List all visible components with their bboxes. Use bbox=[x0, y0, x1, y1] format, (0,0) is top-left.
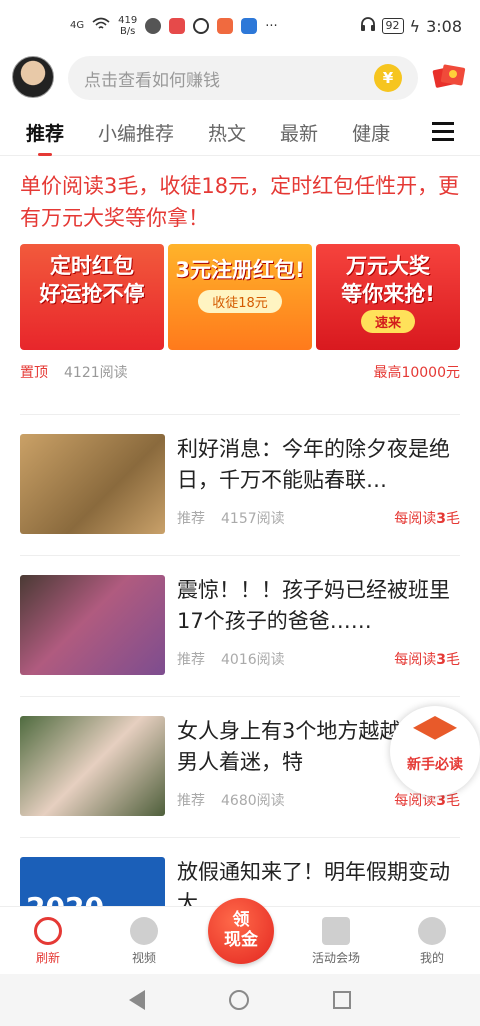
banner-line: 定时红包 bbox=[50, 254, 134, 278]
app-notification-icon bbox=[241, 18, 258, 34]
article-views: 4016阅读 bbox=[221, 652, 285, 668]
banner-line: 好运抢不停 bbox=[39, 282, 145, 306]
menu-icon[interactable] bbox=[432, 122, 454, 142]
article-thumbnail bbox=[20, 716, 165, 816]
cash-line: 领 bbox=[232, 910, 250, 930]
cash-line: 现金 bbox=[224, 930, 258, 950]
article-meta: 推荐 4157阅读 每阅读3毛 bbox=[177, 508, 460, 528]
promo-meta: 置顶 4121阅读 最高10000元 bbox=[20, 362, 460, 382]
speed-unit: B/s bbox=[119, 26, 136, 37]
status-bar: 4G 419 B/s ··· 92 ϟ 3:08 bbox=[0, 0, 480, 52]
headphones-icon bbox=[360, 16, 376, 36]
category-tabs: 推荐 小编推荐 热文 最新 健康 bbox=[0, 110, 480, 156]
banner-line: 万元大奖 bbox=[346, 254, 430, 278]
article-meta: 推荐 4680阅读 每阅读3毛 bbox=[177, 790, 460, 810]
promo-title: 单价阅读3毛，收徒18元，定时红包任性开，更有万元大奖等你拿！ bbox=[20, 174, 460, 230]
featured-promo[interactable]: 单价阅读3毛，收徒18元，定时红包任性开，更有万元大奖等你拿！ 定时红包 好运抢… bbox=[20, 170, 460, 382]
nav-events[interactable]: 活动会场 bbox=[288, 907, 384, 974]
article-reward: 每阅读3毛 bbox=[394, 652, 460, 668]
article-thumbnail: 2020 bbox=[20, 857, 165, 906]
article-item[interactable]: 震惊！！！孩子妈已经被班里17个孩子的爸爸…… 推荐 4016阅读 每阅读3毛 bbox=[20, 575, 460, 677]
banner-grand-prize[interactable]: 万元大奖 等你来抢! 速来 bbox=[316, 244, 460, 350]
banner-signup-red-packet[interactable]: 3元注册红包! 收徒18元 bbox=[168, 244, 312, 350]
article-title: 放假通知来了！明年假期变动大 bbox=[177, 860, 450, 906]
network-speed: 419 B/s bbox=[118, 15, 137, 37]
back-icon[interactable] bbox=[129, 990, 145, 1010]
battery-icon: 92 bbox=[381, 18, 404, 34]
article-reward: 每阅读3毛 bbox=[394, 511, 460, 527]
thumbnail-text: 2020 bbox=[26, 891, 104, 907]
article-title: 震惊！！！孩子妈已经被班里17个孩子的爸爸…… bbox=[177, 578, 450, 633]
nav-video[interactable]: 视频 bbox=[96, 907, 192, 974]
beginner-guide-badge[interactable]: 新手必读 bbox=[390, 706, 480, 796]
more-notifications-icon: ··· bbox=[265, 18, 278, 34]
graduation-cap-icon bbox=[413, 716, 457, 740]
max-reward: 最高10000元 bbox=[373, 365, 460, 381]
tab-editor-picks[interactable]: 小编推荐 bbox=[98, 119, 174, 146]
nav-me[interactable]: 我的 bbox=[384, 907, 480, 974]
avatar[interactable] bbox=[12, 56, 54, 98]
search-placeholder: 点击查看如何赚钱 bbox=[84, 70, 220, 91]
view-count: 4121阅读 bbox=[64, 365, 128, 381]
nav-refresh[interactable]: 刷新 bbox=[0, 907, 96, 974]
charging-icon: ϟ bbox=[409, 16, 421, 36]
banner-pill: 收徒18元 bbox=[198, 290, 282, 313]
article-thumbnail bbox=[20, 575, 165, 675]
nav-label: 刷新 bbox=[35, 951, 60, 965]
tab-latest[interactable]: 最新 bbox=[280, 119, 318, 146]
nav-label: 活动会场 bbox=[311, 951, 360, 965]
red-packet-icon[interactable] bbox=[432, 62, 466, 90]
recent-apps-icon[interactable] bbox=[333, 991, 351, 1009]
promo-banners: 定时红包 好运抢不停 3元注册红包! 收徒18元 万元大奖 等你来抢! 速来 bbox=[20, 244, 460, 350]
coin-icon[interactable]: ¥ bbox=[374, 64, 402, 92]
record-icon bbox=[193, 18, 210, 34]
app-notification-icon bbox=[169, 18, 186, 34]
app-header: 点击查看如何赚钱 ¥ bbox=[0, 52, 480, 106]
speed-value: 419 bbox=[118, 15, 138, 26]
star-bookmark-icon bbox=[322, 917, 350, 945]
article-views: 4157阅读 bbox=[221, 511, 285, 527]
divider bbox=[20, 414, 460, 415]
banner-pill: 速来 bbox=[360, 310, 415, 333]
tab-hot[interactable]: 热文 bbox=[208, 119, 246, 146]
article-views: 4680阅读 bbox=[221, 793, 285, 809]
article-tag: 推荐 bbox=[177, 511, 205, 527]
play-icon bbox=[130, 917, 158, 945]
article-item[interactable]: 利好消息：今年的除夕夜是绝日，千万不能贴春联… 推荐 4157阅读 每阅读3毛 bbox=[20, 434, 460, 536]
search-bar[interactable]: 点击查看如何赚钱 ¥ bbox=[68, 56, 418, 100]
signal-indicator: 4G bbox=[70, 20, 85, 31]
banner-timed-red-packet[interactable]: 定时红包 好运抢不停 bbox=[20, 244, 164, 350]
tab-health[interactable]: 健康 bbox=[352, 119, 390, 146]
banner-line: 3元注册红包! bbox=[175, 258, 305, 282]
home-icon[interactable] bbox=[229, 990, 249, 1010]
nav-label: 视频 bbox=[131, 951, 156, 965]
article-title: 利好消息：今年的除夕夜是绝日，千万不能贴春联… bbox=[177, 437, 450, 492]
article-tag: 推荐 bbox=[177, 652, 205, 668]
article-meta: 推荐 4016阅读 每阅读3毛 bbox=[177, 649, 460, 669]
beginner-guide-label: 新手必读 bbox=[407, 757, 463, 773]
clock: 3:08 bbox=[426, 16, 462, 36]
app-notification-icon bbox=[217, 18, 234, 34]
app-notification-icon bbox=[145, 18, 162, 34]
nav-label: 我的 bbox=[419, 951, 444, 965]
system-nav-bar bbox=[0, 974, 480, 1026]
banner-line: 等你来抢! bbox=[341, 282, 435, 306]
user-icon bbox=[418, 917, 446, 945]
get-cash-button[interactable]: 领 现金 bbox=[208, 898, 274, 964]
tab-recommend[interactable]: 推荐 bbox=[26, 119, 64, 146]
divider bbox=[20, 555, 460, 556]
refresh-icon bbox=[34, 917, 62, 945]
pinned-badge: 置顶 bbox=[20, 365, 48, 381]
divider bbox=[20, 696, 460, 697]
article-thumbnail bbox=[20, 434, 165, 534]
wifi-icon bbox=[92, 17, 110, 35]
divider bbox=[20, 837, 460, 838]
article-tag: 推荐 bbox=[177, 793, 205, 809]
